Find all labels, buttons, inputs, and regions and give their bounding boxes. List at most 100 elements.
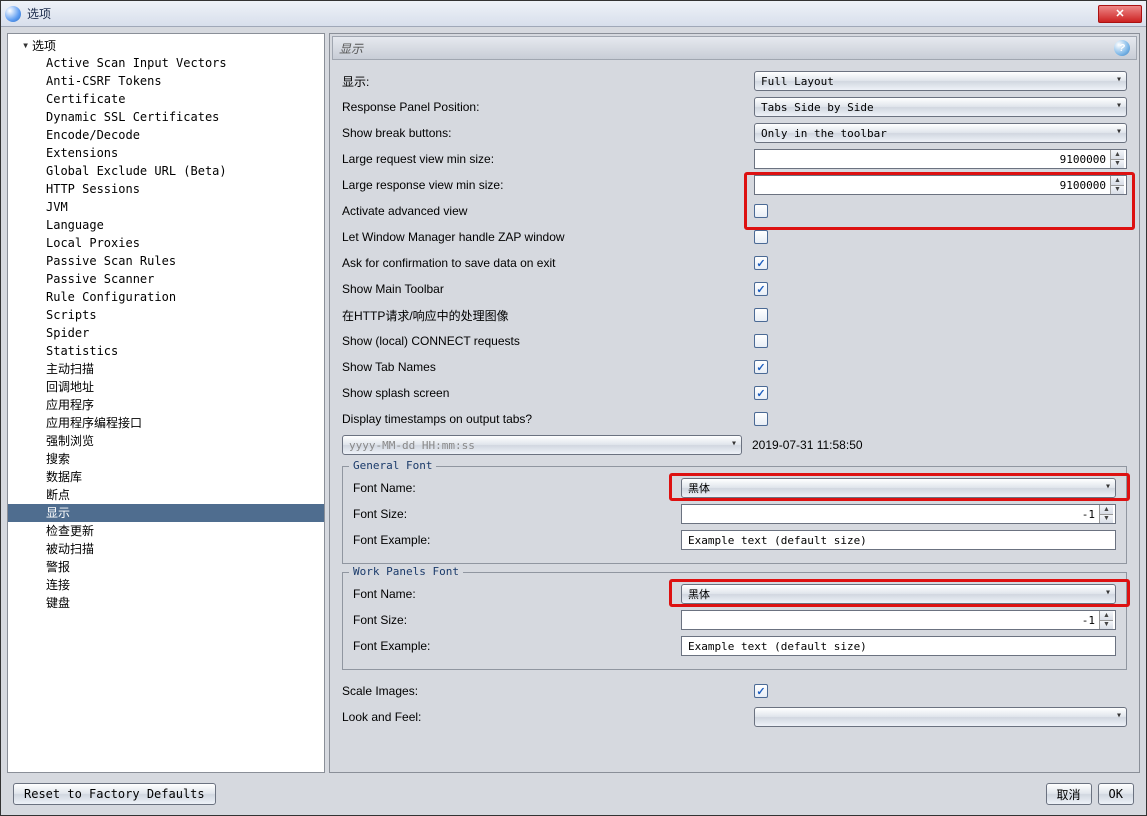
gen-font-size-spinner[interactable]: ▲▼ [681, 504, 1116, 524]
sidebar-item[interactable]: Language [8, 216, 324, 234]
sidebar-item[interactable]: 强制浏览 [8, 432, 324, 450]
work-font-example-field: Example text (default size) [681, 636, 1116, 656]
sidebar-item[interactable]: Passive Scanner [8, 270, 324, 288]
gen-font-name-combo[interactable]: 黑体 [681, 478, 1116, 498]
general-font-fieldset: General Font Font Name: 黑体 Font Size: ▲▼… [342, 466, 1127, 564]
sidebar-item[interactable]: Dynamic SSL Certificates [8, 108, 324, 126]
sidebar-item[interactable]: 连接 [8, 576, 324, 594]
sidebar-item[interactable]: Local Proxies [8, 234, 324, 252]
reset-button[interactable]: Reset to Factory Defaults [13, 783, 216, 805]
sidebar-item[interactable]: Passive Scan Rules [8, 252, 324, 270]
tree: ▾ 选项 Active Scan Input VectorsAnti-CSRF … [8, 34, 324, 614]
ok-button[interactable]: OK [1098, 783, 1134, 805]
large-resp-label: Large response view min size: [342, 178, 754, 192]
content-panel: 显示 ? 显示: Full Layout Response Panel Posi… [329, 33, 1140, 773]
gen-font-size-label: Font Size: [353, 507, 681, 521]
main-toolbar-checkbox[interactable]: ✓ [754, 282, 768, 296]
sidebar-item[interactable]: HTTP Sessions [8, 180, 324, 198]
window-body: ▾ 选项 Active Scan Input VectorsAnti-CSRF … [1, 27, 1146, 815]
sidebar-item[interactable]: Spider [8, 324, 324, 342]
sidebar-item[interactable]: Statistics [8, 342, 324, 360]
main-row: ▾ 选项 Active Scan Input VectorsAnti-CSRF … [7, 33, 1140, 773]
spin-up-icon[interactable]: ▲ [1111, 150, 1124, 160]
sidebar-item[interactable]: 数据库 [8, 468, 324, 486]
break-btn-combo[interactable]: Only in the toolbar [754, 123, 1127, 143]
sidebar-item[interactable]: 回调地址 [8, 378, 324, 396]
http-img-label: 在HTTP请求/响应中的处理图像 [342, 307, 754, 324]
work-font-size-label: Font Size: [353, 613, 681, 627]
ts-format-combo[interactable]: yyyy-MM-dd HH:mm:ss [342, 435, 742, 455]
sidebar-item[interactable]: 键盘 [8, 594, 324, 612]
sidebar-item[interactable]: JVM [8, 198, 324, 216]
footer: Reset to Factory Defaults 取消 OK [7, 779, 1140, 809]
spin-down-icon[interactable]: ▼ [1111, 160, 1124, 169]
sidebar-item[interactable]: Encode/Decode [8, 126, 324, 144]
display-label: 显示: [342, 73, 754, 90]
options-window: 选项 ✕ ▾ 选项 Active Scan Input VectorsAnti-… [0, 0, 1147, 816]
sidebar-item[interactable]: 警报 [8, 558, 324, 576]
sidebar-item[interactable]: 断点 [8, 486, 324, 504]
sidebar-item[interactable]: 搜索 [8, 450, 324, 468]
sidebar-item[interactable]: Extensions [8, 144, 324, 162]
spin-down-icon[interactable]: ▼ [1111, 186, 1124, 195]
spin-up-icon[interactable]: ▲ [1111, 176, 1124, 186]
wm-checkbox[interactable] [754, 230, 768, 244]
help-icon[interactable]: ? [1114, 40, 1130, 56]
tree-root-node[interactable]: ▾ 选项 [8, 36, 324, 54]
large-resp-spinner[interactable]: ▲▼ [754, 175, 1127, 195]
work-font-example-label: Font Example: [353, 639, 681, 653]
main-toolbar-label: Show Main Toolbar [342, 282, 754, 296]
resp-panel-label: Response Panel Position: [342, 100, 754, 114]
adv-view-checkbox[interactable] [754, 204, 768, 218]
content-header: 显示 ? [332, 36, 1137, 60]
sidebar-item[interactable]: Rule Configuration [8, 288, 324, 306]
sidebar-item[interactable]: Active Scan Input Vectors [8, 54, 324, 72]
work-font-name-combo[interactable]: 黑体 [681, 584, 1116, 604]
connect-label: Show (local) CONNECT requests [342, 334, 754, 348]
large-req-spinner[interactable]: ▲▼ [754, 149, 1127, 169]
close-button[interactable]: ✕ [1098, 5, 1142, 23]
scale-checkbox[interactable]: ✓ [754, 684, 768, 698]
panel-title: 显示 [339, 40, 363, 57]
splash-label: Show splash screen [342, 386, 754, 400]
tree-root-label: 选项 [32, 37, 56, 54]
sidebar-item[interactable]: 被动扫描 [8, 540, 324, 558]
tree-toggle-icon[interactable]: ▾ [22, 38, 32, 52]
cancel-button[interactable]: 取消 [1046, 783, 1092, 805]
laf-label: Look and Feel: [342, 710, 754, 724]
tab-names-checkbox[interactable]: ✓ [754, 360, 768, 374]
large-req-input[interactable] [755, 150, 1110, 168]
sidebar-item[interactable]: 应用程序 [8, 396, 324, 414]
ts-preview: 2019-07-31 11:58:50 [752, 438, 863, 452]
sidebar-item[interactable]: 显示 [8, 504, 324, 522]
work-font-fieldset: Work Panels Font Font Name: 黑体 Font Size… [342, 572, 1127, 670]
display-combo[interactable]: Full Layout [754, 71, 1127, 91]
sidebar[interactable]: ▾ 选项 Active Scan Input VectorsAnti-CSRF … [7, 33, 325, 773]
ask-exit-label: Ask for confirmation to save data on exi… [342, 256, 754, 270]
laf-combo[interactable] [754, 707, 1127, 727]
gen-font-name-label: Font Name: [353, 481, 681, 495]
sidebar-item[interactable]: Certificate [8, 90, 324, 108]
resp-panel-combo[interactable]: Tabs Side by Side [754, 97, 1127, 117]
work-font-legend: Work Panels Font [349, 565, 463, 578]
ask-exit-checkbox[interactable]: ✓ [754, 256, 768, 270]
http-img-checkbox[interactable] [754, 308, 768, 322]
content-body: 显示: Full Layout Response Panel Position:… [332, 60, 1137, 770]
large-req-label: Large request view min size: [342, 152, 754, 166]
sidebar-item[interactable]: Scripts [8, 306, 324, 324]
gen-font-example-label: Font Example: [353, 533, 681, 547]
sidebar-item[interactable]: 应用程序编程接口 [8, 414, 324, 432]
connect-checkbox[interactable] [754, 334, 768, 348]
sidebar-item[interactable]: 主动扫描 [8, 360, 324, 378]
ts-checkbox[interactable] [754, 412, 768, 426]
large-resp-input[interactable] [755, 176, 1110, 194]
adv-view-label: Activate advanced view [342, 204, 754, 218]
splash-checkbox[interactable]: ✓ [754, 386, 768, 400]
sidebar-item[interactable]: 检查更新 [8, 522, 324, 540]
sidebar-item[interactable]: Anti-CSRF Tokens [8, 72, 324, 90]
sidebar-item[interactable]: Global Exclude URL (Beta) [8, 162, 324, 180]
work-font-size-spinner[interactable]: ▲▼ [681, 610, 1116, 630]
scale-label: Scale Images: [342, 684, 754, 698]
gen-font-example-field: Example text (default size) [681, 530, 1116, 550]
wm-label: Let Window Manager handle ZAP window [342, 230, 754, 244]
